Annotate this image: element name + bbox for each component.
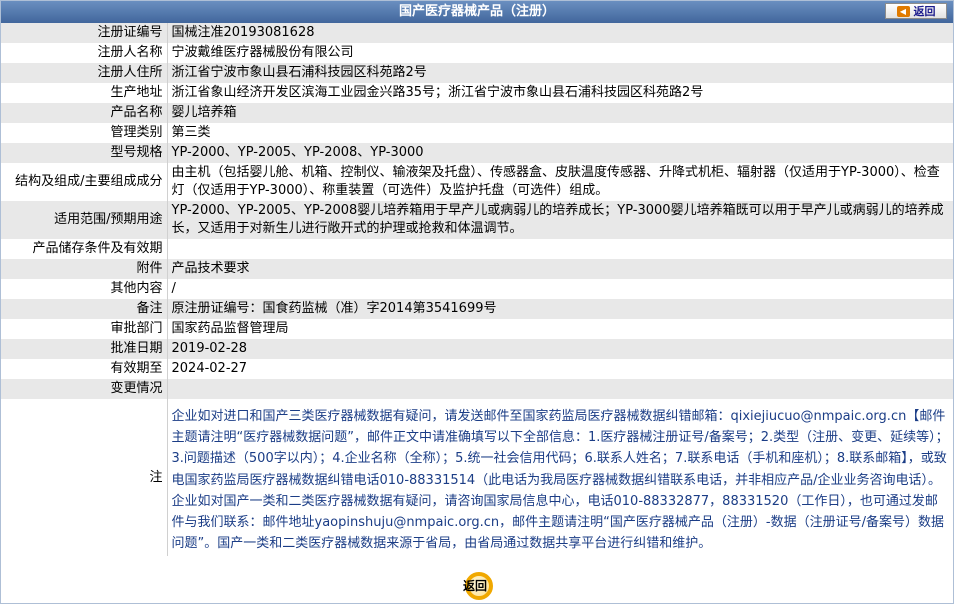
info-row: 注册人名称 宁波戴维医疗器械股份有限公司 <box>1 43 953 63</box>
back-button-label: 返回 <box>913 5 936 18</box>
field-label: 产品名称 <box>1 103 167 123</box>
back-button[interactable]: ◀ 返回 <box>885 3 947 19</box>
field-value <box>166 239 953 259</box>
info-row: 生产地址 浙江省象山经济开发区滨海工业园金兴路35号；浙江省宁波市象山县石浦科技园… <box>1 83 953 103</box>
info-row: 批准日期 2019-02-28 <box>1 339 953 359</box>
field-label: 注册人住所 <box>1 63 167 83</box>
page-header: 国产医疗器械产品（注册） ◀ 返回 <box>1 1 953 23</box>
field-label: 注册证编号 <box>1 23 167 43</box>
field-value <box>166 379 953 399</box>
field-value: 浙江省宁波市象山县石浦科技园区科苑路2号 <box>166 63 953 83</box>
info-row: 型号规格 YP-2000、YP-2005、YP-2008、YP-3000 <box>1 143 953 163</box>
field-label: 注册人名称 <box>1 43 167 63</box>
field-value: 浙江省象山经济开发区滨海工业园金兴路35号；浙江省宁波市象山县石浦科技园区科苑路… <box>166 83 953 103</box>
info-row: 注册人住所 浙江省宁波市象山县石浦科技园区科苑路2号 <box>1 63 953 83</box>
field-label: 备注 <box>1 299 167 319</box>
info-row: 适用范围/预期用途 YP-2000、YP-2005、YP-2008婴儿培养箱用于早… <box>1 201 953 239</box>
field-label: 适用范围/预期用途 <box>1 201 167 239</box>
field-value: 产品技术要求 <box>166 259 953 279</box>
field-value: 第三类 <box>166 123 953 143</box>
field-label: 其他内容 <box>1 279 167 299</box>
field-value: / <box>166 279 953 299</box>
field-value: 原注册证编号：国食药监械（准）字2014第3541699号 <box>166 299 953 319</box>
page-footer: 返回 <box>1 567 953 603</box>
footer-back-label: 返回 <box>462 579 487 593</box>
field-label: 管理类别 <box>1 123 167 143</box>
info-row: 注册证编号 国械注准20193081628 <box>1 23 953 43</box>
field-value: 婴儿培养箱 <box>166 103 953 123</box>
field-value: 国家药品监督管理局 <box>166 319 953 339</box>
field-value: 2019-02-28 <box>166 339 953 359</box>
info-table: 注册证编号 国械注准20193081628 注册人名称 宁波戴维医疗器械股份有限公司注… <box>1 23 953 557</box>
field-label: 审批部门 <box>1 319 167 339</box>
info-row: 备注 原注册证编号：国食药监械（准）字2014第3541699号 <box>1 299 953 319</box>
page-title: 国产医疗器械产品（注册） <box>398 4 555 19</box>
field-value: 2024-02-27 <box>166 359 953 379</box>
field-label: 型号规格 <box>1 143 167 163</box>
field-value: YP-2000、YP-2005、YP-2008、YP-3000 <box>166 143 953 163</box>
field-label: 有效期至 <box>1 359 167 379</box>
field-label: 变更情况 <box>1 379 167 399</box>
info-row: 有效期至 2024-02-27 <box>1 359 953 379</box>
info-row: 变更情况 <box>1 379 953 399</box>
note-row: 注企业如对进口和国产三类医疗器械数据有疑问，请发送邮件至国家药监局医疗器械数据纠… <box>1 399 953 557</box>
info-row: 审批部门 国家药品监督管理局 <box>1 319 953 339</box>
field-value: 国械注准20193081628 <box>166 23 953 43</box>
field-label: 生产地址 <box>1 83 167 103</box>
footer-back-button[interactable]: 返回 <box>455 570 499 600</box>
field-label: 批准日期 <box>1 339 167 359</box>
back-arrow-icon: ◀ <box>896 5 910 17</box>
info-row: 产品储存条件及有效期 <box>1 239 953 259</box>
note-text: 企业如对进口和国产三类医疗器械数据有疑问，请发送邮件至国家药监局医疗器械数据纠错… <box>166 399 953 557</box>
field-label: 结构及组成/主要组成成分 <box>1 163 167 201</box>
page-frame: 国产医疗器械产品（注册） ◀ 返回 注册证编号 国械注准20193081628 注册… <box>0 0 954 604</box>
field-value: 宁波戴维医疗器械股份有限公司 <box>166 43 953 63</box>
info-row: 附件 产品技术要求 <box>1 259 953 279</box>
info-row: 产品名称 婴儿培养箱 <box>1 103 953 123</box>
info-row: 结构及组成/主要组成成分 由主机（包括婴儿舱、机箱、控制仪、输液架及托盘）、传感器… <box>1 163 953 201</box>
field-value: 由主机（包括婴儿舱、机箱、控制仪、输液架及托盘）、传感器盒、皮肤温度传感器、升降… <box>166 163 953 201</box>
field-value: YP-2000、YP-2005、YP-2008婴儿培养箱用于早产儿或病弱儿的培养… <box>166 201 953 239</box>
field-label: 产品储存条件及有效期 <box>1 239 167 259</box>
note-label: 注 <box>1 399 167 557</box>
info-row: 其他内容 / <box>1 279 953 299</box>
field-label: 附件 <box>1 259 167 279</box>
info-row: 管理类别 第三类 <box>1 123 953 143</box>
